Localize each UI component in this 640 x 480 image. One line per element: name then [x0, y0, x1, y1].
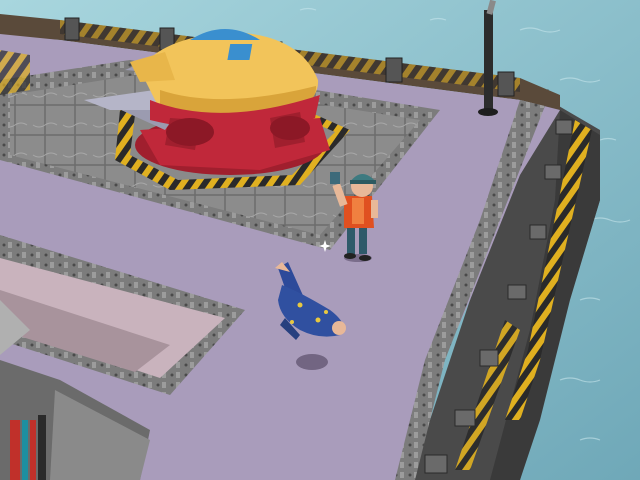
wizard-shadow [296, 354, 328, 370]
machinery-panels [10, 415, 46, 480]
game-scene [0, 0, 640, 480]
game-viewport[interactable] [0, 0, 640, 480]
corner-block [0, 50, 30, 95]
